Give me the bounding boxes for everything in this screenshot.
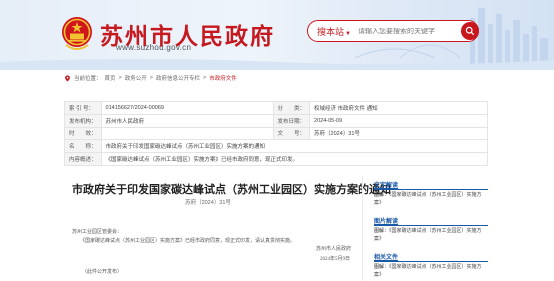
sidebar-link-text: 《国家碳达峰试点（苏州工业园区）实施方案》 — [374, 264, 482, 278]
sidebar-divider — [374, 260, 488, 262]
document-body: 《国家碳达峰试点（苏州工业园区）实施方案》已经市政府同意，现正式印发，请认真贯彻… — [80, 239, 296, 244]
search-icon — [465, 26, 475, 36]
document-salutation: 苏州工业园区管委会： — [72, 230, 123, 235]
site-header: 苏州市人民政府 www.suzhou.gov.cn 搜本站▼ — [0, 0, 554, 70]
sidebar-link[interactable]: 图解：《国家碳达峰试点（苏州工业园区）实施方案》 — [374, 192, 488, 207]
breadcrumb-current[interactable]: 市政府文件 — [209, 74, 237, 82]
sidebar-link-label: 图解： — [374, 192, 390, 198]
breadcrumb-public-affairs[interactable]: 政务公开 — [125, 74, 147, 82]
meta-value-date: 2024-05-09 — [309, 113, 488, 128]
search-scope-select[interactable]: 搜本站▼ — [308, 25, 352, 38]
sidebar-link-text: 《国家碳达峰试点（苏州工业园区）实施方案》 — [374, 192, 482, 206]
meta-value-name: 市政府关于印发国家碳达峰试点（苏州工业园区）实施方案的通知 — [100, 139, 489, 154]
breadcrumb-separator: > — [118, 75, 122, 81]
site-url: www.suzhou.gov.cn — [116, 43, 192, 52]
table-row: 发布机构： 苏州市人民政府 发布日期： 2024-05-09 — [64, 113, 488, 128]
meta-key: 发布机构： — [64, 113, 102, 128]
meta-key: 名 称： — [64, 139, 102, 154]
column-divider — [362, 176, 363, 281]
document-meta-table: 索 引 号： 014156627/2024-00069 分 类： 权域经济 市政… — [64, 101, 489, 166]
search-box: 搜本站▼ — [307, 20, 479, 42]
document-number: 苏府〔2024〕31号 — [185, 200, 231, 206]
meta-value-category: 权域经济 市政府文件 通知 — [309, 101, 488, 115]
sidebar-link[interactable]: 图解：《国家碳达峰试点（苏州工业园区）实施方案》 — [374, 264, 488, 279]
sidebar-link[interactable]: 图解：《国家碳达峰试点（苏州工业园区）实施方案》 — [374, 228, 488, 243]
location-pin-icon — [65, 74, 70, 82]
table-row: 名 称： 市政府关于印发国家碳达峰试点（苏州工业园区）实施方案的通知 — [64, 139, 489, 154]
breadcrumb-separator: > — [149, 75, 153, 81]
table-row: 索 引 号： 014156627/2024-00069 分 类： 权域经济 市政… — [64, 101, 488, 115]
breadcrumb: 当前位置： 首页 > 政务公开 > 政府信息公开专栏 > 市政府文件 — [64, 74, 237, 82]
meta-value-doc-number: 苏府〔2024〕31号 — [309, 126, 488, 141]
sidebar-link-label: 图解： — [374, 264, 390, 270]
document-title: 市政府关于印发国家碳达峰试点（苏州工业园区）实施方案的通知 — [72, 184, 391, 196]
meta-value-validity — [100, 126, 274, 141]
breadcrumb-home[interactable]: 首页 — [105, 74, 116, 82]
document-signer: 苏州市人民政府 — [316, 247, 352, 252]
chevron-down-icon: ▼ — [345, 30, 351, 37]
meta-key: 分 类： — [272, 101, 311, 115]
meta-key: 文 号： — [272, 126, 311, 141]
meta-value-publisher: 苏州市人民政府 — [100, 113, 274, 128]
sidebar-link-text: 《国家碳达峰试点（苏州工业园区）实施方案》 — [374, 228, 482, 242]
meta-key: 时 效： — [64, 126, 102, 141]
document-date: 2024年5月9日 — [320, 257, 351, 262]
sidebar-divider — [374, 188, 488, 190]
sidebar-link-label: 图解： — [374, 228, 390, 234]
table-row: 时 效： 文 号： 苏府〔2024〕31号 — [64, 126, 488, 141]
document-note: （此件公开发布） — [82, 270, 123, 275]
national-emblem-icon — [62, 17, 92, 50]
meta-key: 内容概述： — [64, 152, 102, 166]
search-button[interactable] — [461, 22, 479, 40]
sidebar-divider — [374, 224, 488, 226]
meta-value-summary: 《国家碳达峰试点（苏州工业园区）实施方案》已经市政府同意，现正式印发。 — [100, 152, 489, 166]
search-input[interactable] — [358, 27, 458, 35]
breadcrumb-info-disclosure[interactable]: 政府信息公开专栏 — [156, 74, 200, 82]
breadcrumb-separator: > — [203, 75, 207, 81]
meta-key: 发布日期： — [272, 113, 311, 128]
breadcrumb-prefix: 当前位置： — [74, 76, 102, 82]
meta-value-index: 014156627/2024-00069 — [100, 101, 274, 115]
table-row: 内容概述： 《国家碳达峰试点（苏州工业园区）实施方案》已经市政府同意，现正式印发… — [64, 152, 489, 166]
meta-key: 索 引 号： — [64, 101, 102, 115]
